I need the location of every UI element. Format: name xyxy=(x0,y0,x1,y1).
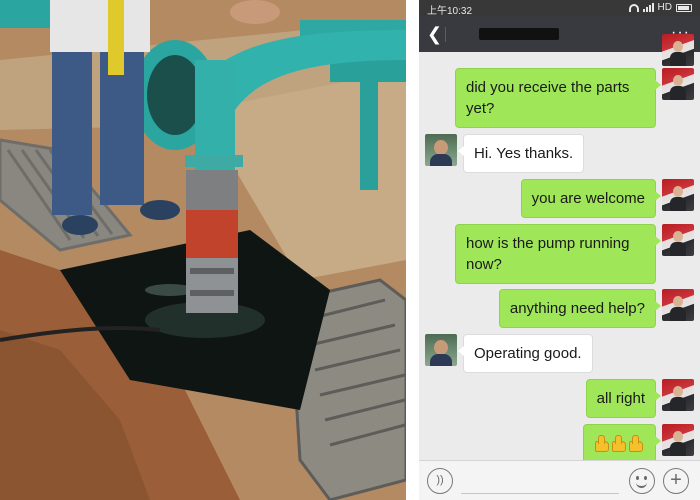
status-icons: HD xyxy=(628,2,692,13)
my-avatar[interactable] xyxy=(662,379,694,411)
signal-icon xyxy=(642,3,654,12)
message-row: anything need help? xyxy=(419,289,700,328)
thumbs-up-group xyxy=(594,435,645,452)
thumbs-up-icon xyxy=(628,435,643,452)
message-bubble-sent[interactable]: anything need help? xyxy=(498,289,662,328)
message-bubble-sent[interactable]: how is the pump running now? xyxy=(455,224,661,284)
message-bubble-received[interactable]: Operating good. xyxy=(458,334,593,373)
status-bar: 上午10:32 HD xyxy=(419,0,700,17)
battery-icon xyxy=(676,3,692,12)
thumbs-up-icon xyxy=(594,435,609,452)
contact-avatar[interactable] xyxy=(425,134,457,166)
message-list[interactable]: did you receive the parts yet? Hi. Yes t… xyxy=(419,34,700,463)
my-avatar[interactable] xyxy=(662,179,694,211)
photo-scene xyxy=(0,0,406,500)
my-avatar[interactable] xyxy=(662,34,694,66)
message-input[interactable] xyxy=(461,469,619,494)
status-time: 上午10:32 xyxy=(427,6,473,17)
plus-icon[interactable]: + xyxy=(663,468,689,494)
message-row: Operating good. xyxy=(419,334,700,373)
message-row: all right xyxy=(419,379,700,418)
my-avatar[interactable] xyxy=(662,424,694,456)
message-bubble-sent[interactable]: did you receive the parts yet? xyxy=(455,68,661,128)
message-bubble-sent-emoji[interactable] xyxy=(583,424,661,463)
message-row xyxy=(419,424,700,463)
thumbs-up-icon xyxy=(611,435,626,452)
my-avatar[interactable] xyxy=(662,68,694,100)
contact-avatar[interactable] xyxy=(425,334,457,366)
my-avatar[interactable] xyxy=(662,289,694,321)
input-bar: )) + xyxy=(419,460,700,500)
network-label: HD xyxy=(657,2,672,13)
message-row: Hi. Yes thanks. xyxy=(419,134,700,173)
my-avatar[interactable] xyxy=(662,224,694,256)
voice-icon[interactable]: )) xyxy=(427,468,453,494)
message-row: you are welcome xyxy=(419,179,700,218)
pump-installation-photo xyxy=(0,0,406,500)
message-row: did you receive the parts yet? xyxy=(419,68,700,128)
emoji-icon[interactable] xyxy=(629,468,655,494)
chat-app-screenshot: 上午10:32 HD ❮ ··· did you receive the par… xyxy=(419,0,700,500)
message-row-partial xyxy=(419,34,700,66)
message-bubble-sent[interactable]: all right xyxy=(585,379,662,418)
wifi-icon xyxy=(628,3,639,12)
message-bubble-sent[interactable]: you are welcome xyxy=(520,179,662,218)
message-bubble-received[interactable]: Hi. Yes thanks. xyxy=(457,134,585,173)
message-row: how is the pump running now? xyxy=(419,224,700,284)
